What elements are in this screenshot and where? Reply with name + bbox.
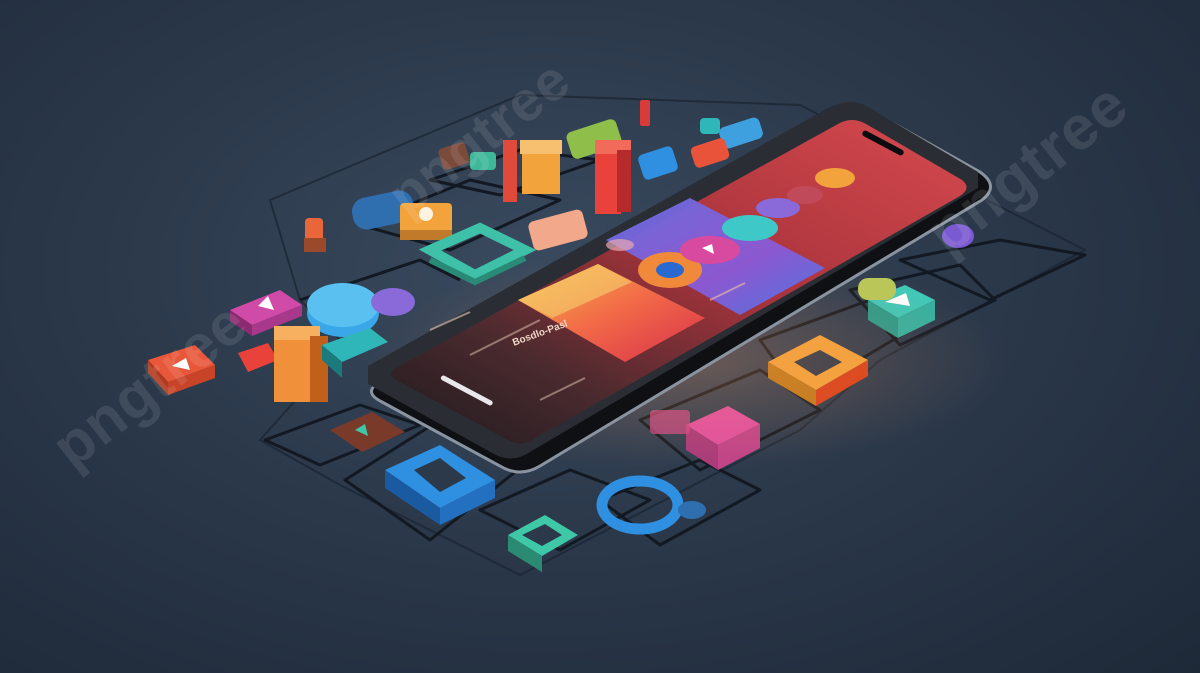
bar-tower-icon — [503, 140, 631, 214]
